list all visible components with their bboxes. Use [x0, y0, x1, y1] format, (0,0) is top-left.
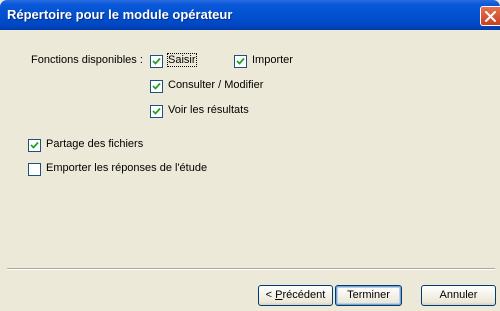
cancel-button-label: Annuler	[439, 289, 478, 301]
previous-button-label: < Précédent	[265, 289, 326, 301]
checkbox-partage-fichiers-label: Partage des fichiers	[46, 138, 144, 150]
footer-separator	[7, 268, 495, 270]
checkmark-icon	[152, 107, 161, 115]
finish-button-label: Terminer	[347, 289, 390, 301]
finish-button[interactable]: Terminer	[335, 285, 402, 306]
checkbox-box	[150, 80, 163, 93]
checkbox-box	[234, 55, 247, 68]
title-bar[interactable]: Répertoire pour le module opérateur	[0, 0, 500, 30]
checkbox-box	[150, 105, 163, 118]
functions-label: Fonctions disponibles :	[31, 54, 143, 66]
checkbox-box	[150, 55, 163, 68]
checkmark-icon	[236, 57, 245, 65]
checkbox-box	[28, 163, 41, 176]
checkmark-icon	[152, 82, 161, 90]
window-title: Répertoire pour le module opérateur	[7, 7, 233, 22]
checkmark-icon	[152, 57, 161, 65]
checkbox-box	[28, 139, 41, 152]
checkbox-emporter-reponses-label: Emporter les réponses de l'étude	[46, 162, 208, 174]
close-button[interactable]	[480, 6, 500, 26]
checkbox-voir-resultats-label: Voir les résultats	[168, 104, 249, 116]
checkbox-importer-label: Importer	[252, 54, 293, 66]
close-icon	[485, 11, 496, 22]
previous-button[interactable]: < Précédent	[258, 285, 333, 306]
checkbox-consulter-modifier-label: Consulter / Modifier	[168, 79, 264, 91]
checkmark-icon	[30, 141, 39, 149]
dialog-window: Répertoire pour le module opérateur Fonc…	[0, 0, 500, 311]
cancel-button[interactable]: Annuler	[421, 285, 496, 306]
checkbox-saisir-label: Saisir	[167, 53, 197, 67]
